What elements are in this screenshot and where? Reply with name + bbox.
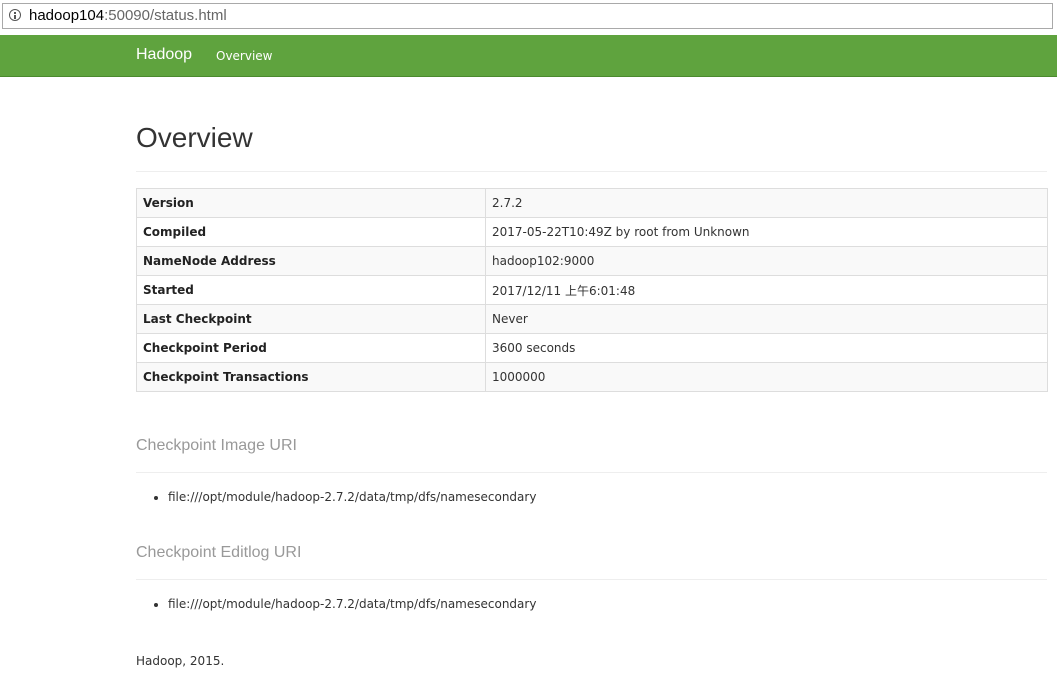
table-row: Checkpoint Period 3600 seconds xyxy=(136,333,1048,363)
row-key: NameNode Address xyxy=(136,246,486,276)
top-navbar: Hadoop Overview xyxy=(0,35,1057,77)
list-item: file:///opt/module/hadoop-2.7.2/data/tmp… xyxy=(168,490,536,504)
footer-text: Hadoop, 2015. xyxy=(136,654,225,668)
row-value: hadoop102:9000 xyxy=(485,246,1048,276)
checkpoint-image-title: Checkpoint Image URI xyxy=(136,437,297,454)
list-item: file:///opt/module/hadoop-2.7.2/data/tmp… xyxy=(168,597,536,611)
row-value: Never xyxy=(485,304,1048,334)
table-row: Started 2017/12/11 上午6:01:48 xyxy=(136,275,1048,305)
page-title: Overview xyxy=(136,122,253,153)
row-value: 2.7.2 xyxy=(485,188,1048,218)
table-row: NameNode Address hadoop102:9000 xyxy=(136,246,1048,276)
row-key: Checkpoint Period xyxy=(136,333,486,363)
url-host: hadoop104 xyxy=(29,7,105,24)
title-divider xyxy=(136,171,1047,172)
section-divider xyxy=(136,579,1047,580)
row-key: Last Checkpoint xyxy=(136,304,486,334)
row-key: Version xyxy=(136,188,486,218)
row-value: 2017-05-22T10:49Z by root from Unknown xyxy=(485,217,1048,247)
row-key: Checkpoint Transactions xyxy=(136,362,486,392)
section-divider xyxy=(136,472,1047,473)
browser-address-bar: hadoop104:50090/status.html xyxy=(0,0,1057,34)
overview-table: Version 2.7.2 Compiled 2017-05-22T10:49Z… xyxy=(136,188,1048,392)
row-key: Compiled xyxy=(136,217,486,247)
checkpoint-editlog-title: Checkpoint Editlog URI xyxy=(136,544,302,561)
info-icon[interactable] xyxy=(9,9,21,21)
table-row: Version 2.7.2 xyxy=(136,188,1048,218)
checkpoint-image-list: file:///opt/module/hadoop-2.7.2/data/tmp… xyxy=(136,490,536,504)
url-text[interactable]: hadoop104:50090/status.html xyxy=(29,7,227,24)
row-key: Started xyxy=(136,275,486,305)
navbar-brand[interactable]: Hadoop xyxy=(136,46,192,64)
row-value: 2017/12/11 上午6:01:48 xyxy=(485,275,1048,305)
url-field[interactable]: hadoop104:50090/status.html xyxy=(2,3,1053,29)
nav-link-overview[interactable]: Overview xyxy=(216,49,273,63)
table-row: Last Checkpoint Never xyxy=(136,304,1048,334)
table-row: Compiled 2017-05-22T10:49Z by root from … xyxy=(136,217,1048,247)
row-value: 3600 seconds xyxy=(485,333,1048,363)
checkpoint-editlog-list: file:///opt/module/hadoop-2.7.2/data/tmp… xyxy=(136,597,536,611)
row-value: 1000000 xyxy=(485,362,1048,392)
table-row: Checkpoint Transactions 1000000 xyxy=(136,362,1048,392)
url-path: :50090/status.html xyxy=(104,7,227,24)
